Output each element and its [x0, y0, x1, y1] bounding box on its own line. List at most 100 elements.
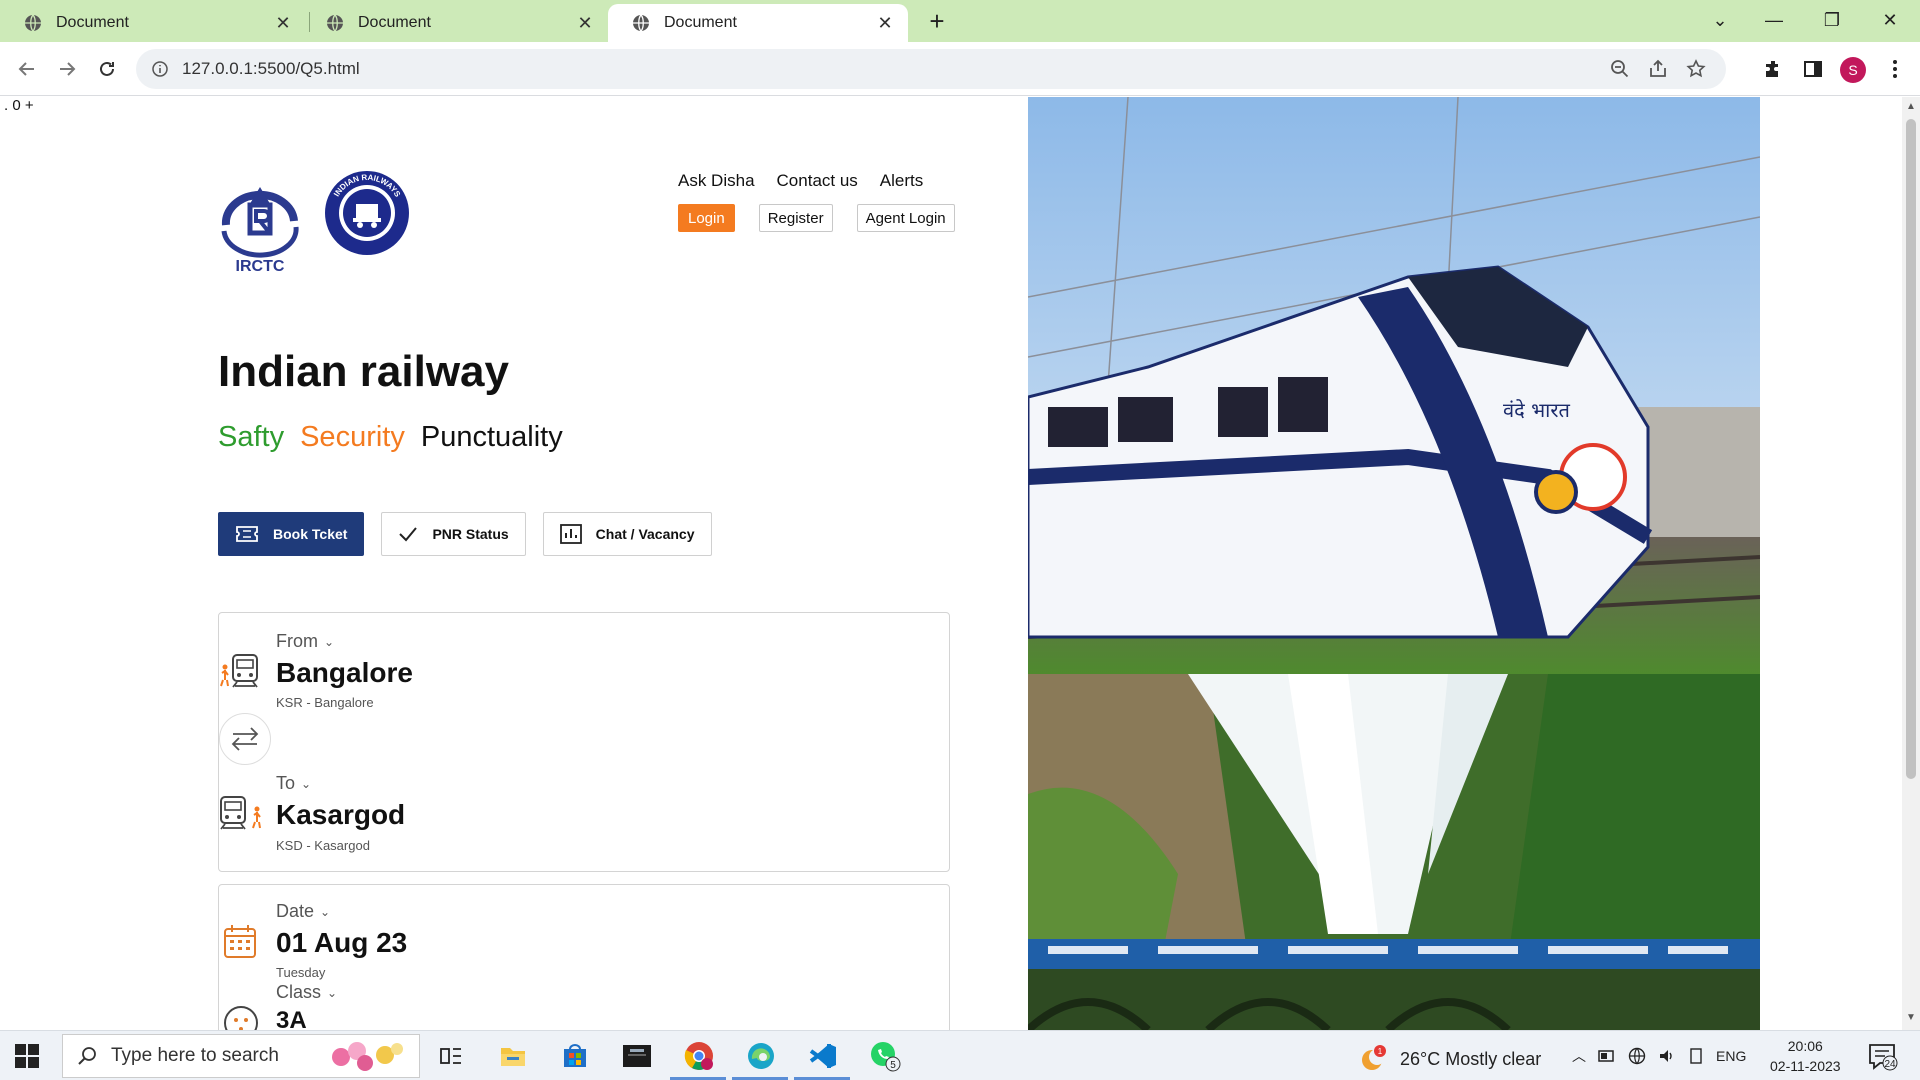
irctc-logo[interactable]: IRCTC — [216, 175, 304, 275]
train-hindi-logo: वंदे भारत — [1503, 398, 1571, 422]
tagline-punctuality: Punctuality — [420, 421, 563, 453]
browser-tab[interactable]: Document ✕ — [302, 4, 608, 42]
search-placeholder: Type here to search — [111, 1045, 279, 1066]
chevron-down-icon: ⌄ — [324, 634, 335, 649]
class-value[interactable]: 3A — [276, 1007, 307, 1030]
to-station-code: KSD - Kasargod — [276, 838, 370, 853]
weather-text: 26°C Mostly clear — [1400, 1048, 1542, 1069]
extensions-icon[interactable] — [1760, 56, 1786, 82]
chat-vacancy-button[interactable]: Chat / Vacancy — [542, 512, 712, 556]
date-weekday: Tuesday — [276, 965, 326, 980]
scrollbar-thumb[interactable] — [1906, 119, 1916, 779]
battery-icon[interactable] — [1598, 1049, 1616, 1063]
chevron-up-icon[interactable]: ︿ — [1572, 1046, 1586, 1066]
from-station-code: KSR - Bangalore — [276, 695, 374, 710]
speaker-icon[interactable] — [1658, 1047, 1676, 1065]
reload-button[interactable] — [92, 54, 122, 84]
globe-icon — [327, 14, 343, 32]
zoom-icon[interactable] — [1610, 59, 1630, 79]
task-view-icon[interactable] — [434, 1039, 468, 1073]
chevron-down-icon: ⌄ — [320, 904, 331, 919]
whatsapp-badge: 5 — [890, 1060, 896, 1071]
browser-tab-active[interactable]: Document ✕ — [608, 4, 908, 42]
swap-stations-button[interactable] — [219, 713, 271, 765]
side-panel-icon[interactable] — [1800, 56, 1826, 82]
globe-icon — [633, 14, 649, 32]
flowers-icon — [332, 1042, 403, 1071]
route-card: From ⌄ Bangalore KSR - Bangalore To ⌄ Ka… — [218, 612, 950, 872]
notifications-icon[interactable]: 24 — [1868, 1043, 1898, 1071]
page-scrollbar[interactable]: ▲ ▼ — [1902, 97, 1920, 1030]
menu-kebab-icon[interactable] — [1882, 56, 1908, 82]
ask-disha-link[interactable]: Ask Disha — [678, 171, 755, 191]
to-label[interactable]: To ⌄ — [276, 773, 311, 794]
from-station-value[interactable]: Bangalore — [276, 657, 413, 689]
reload-icon — [100, 61, 114, 76]
share-icon[interactable] — [1648, 59, 1668, 79]
info-icon[interactable] — [152, 61, 168, 77]
contact-us-link[interactable]: Contact us — [777, 171, 858, 191]
chevron-down-icon: ⌄ — [327, 985, 338, 1000]
action-tabs: Book Tcket PNR Status Chat / Vacancy — [218, 512, 712, 556]
date-class-card: Date ⌄ 01 Aug 23 Tuesday Class ⌄ 3A — [218, 884, 950, 1030]
scroll-up-icon[interactable]: ▲ — [1906, 101, 1916, 112]
close-icon[interactable]: ✕ — [576, 13, 594, 34]
windows-start-icon[interactable] — [14, 1043, 40, 1069]
close-icon[interactable]: ✕ — [876, 13, 894, 34]
search-icon — [78, 1047, 96, 1065]
arrow-left-icon — [18, 62, 34, 76]
date-value[interactable]: 01 Aug 23 — [276, 927, 407, 959]
vande-bharat-train-image: वंदे भारत — [1028, 97, 1760, 674]
close-window-button[interactable]: ✕ — [1870, 4, 1910, 36]
date-label[interactable]: Date ⌄ — [276, 901, 330, 922]
scroll-down-icon[interactable]: ▼ — [1906, 1012, 1916, 1023]
device-icon[interactable] — [1688, 1047, 1704, 1065]
agent-login-button[interactable]: Agent Login — [856, 204, 955, 232]
taskbar-clock[interactable]: 20:06 02-11-2023 — [1770, 1036, 1841, 1076]
from-label[interactable]: From ⌄ — [276, 631, 334, 652]
system-tray: ︿ ENG — [1572, 1046, 1746, 1066]
auth-buttons: Login Register Agent Login — [678, 204, 955, 232]
network-globe-icon[interactable] — [1628, 1047, 1646, 1065]
class-label[interactable]: Class ⌄ — [276, 982, 337, 1003]
top-links: Ask Disha Contact us Alerts — [678, 171, 923, 191]
register-button[interactable]: Register — [758, 204, 833, 232]
whatsapp-icon[interactable]: 5 — [868, 1039, 902, 1073]
login-button[interactable]: Login — [678, 204, 735, 232]
new-tab-button[interactable]: + — [922, 6, 952, 37]
pnr-status-button[interactable]: PNR Status — [381, 512, 526, 556]
vscode-icon[interactable] — [806, 1039, 840, 1073]
chevron-down-icon: ⌄ — [301, 776, 312, 791]
forward-button[interactable] — [52, 54, 82, 84]
irctc-logo-text: IRCTC — [236, 258, 285, 275]
microsoft-store-icon[interactable] — [558, 1039, 592, 1073]
minimize-button[interactable]: — — [1754, 4, 1794, 36]
chrome-icon[interactable] — [682, 1039, 716, 1073]
address-bar[interactable]: 127.0.0.1:5500/Q5.html — [136, 49, 1726, 89]
ticket-icon — [236, 526, 258, 542]
restore-button[interactable]: ❐ — [1812, 4, 1852, 36]
tagline: Safty Security Punctuality — [218, 421, 563, 454]
seat-class-icon — [224, 1006, 258, 1030]
back-button[interactable] — [12, 54, 42, 84]
bookmark-star-icon[interactable] — [1686, 59, 1706, 79]
to-station-value[interactable]: Kasargod — [276, 799, 405, 831]
checkmark-icon — [399, 527, 418, 542]
file-explorer-icon[interactable] — [496, 1039, 530, 1073]
browser-tab[interactable]: Document ✕ — [0, 4, 306, 42]
book-ticket-button[interactable]: Book Tcket — [218, 512, 365, 556]
indian-railways-logo[interactable]: INDIAN RAILWAYS — [324, 170, 410, 256]
edge-icon[interactable] — [744, 1039, 778, 1073]
page-title: Indian railway — [218, 347, 509, 396]
close-icon[interactable]: ✕ — [274, 13, 292, 34]
alerts-link[interactable]: Alerts — [880, 171, 923, 191]
profile-avatar[interactable]: S — [1840, 57, 1866, 83]
weather-moon-icon: 1 — [1362, 1045, 1386, 1070]
url-text: 127.0.0.1:5500/Q5.html — [182, 59, 360, 78]
mysql-workbench-icon[interactable] — [620, 1039, 654, 1073]
language-indicator[interactable]: ENG — [1716, 1048, 1746, 1064]
tab-search-icon[interactable]: ⌄ — [1700, 4, 1740, 36]
weather-widget[interactable]: 1 26°C Mostly clear — [1360, 1044, 1541, 1074]
taskbar-search[interactable]: Type here to search — [62, 1034, 420, 1078]
stray-text: . 0 + — [4, 97, 34, 114]
